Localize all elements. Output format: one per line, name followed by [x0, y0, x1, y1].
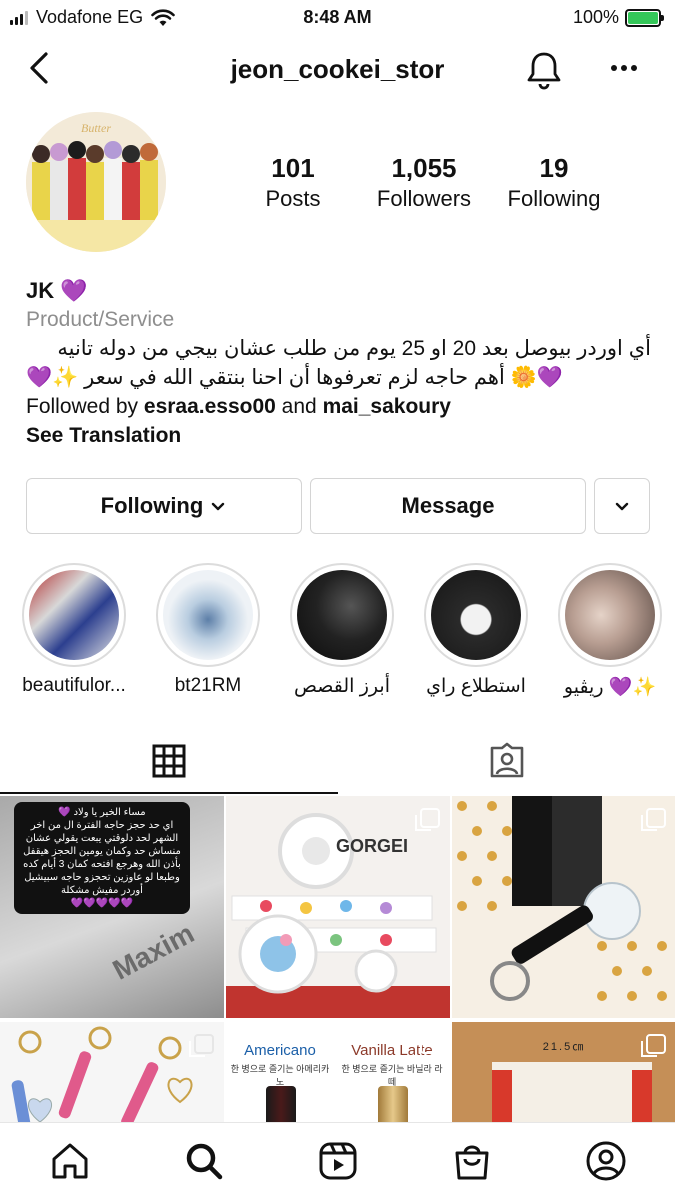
followed-by-user-1[interactable]: esraa.esso00 [144, 395, 276, 418]
post-product-name: Americano [244, 1042, 316, 1059]
followed-by-user-2[interactable]: mai_sakoury [323, 395, 451, 418]
post-thumbnail[interactable] [0, 1022, 224, 1122]
battery-icon [625, 8, 664, 27]
chevron-down-icon [615, 502, 629, 511]
message-button[interactable]: Message [310, 478, 586, 534]
highlight-item[interactable]: beautifulor... [22, 563, 126, 696]
post-thumbnail[interactable]: GORGEI [226, 796, 450, 1018]
see-translation-link[interactable]: See Translation [26, 421, 651, 450]
following-button[interactable]: Following [26, 478, 302, 534]
post-thumbnail[interactable] [452, 796, 675, 1018]
post-caption-text: مساء الخير يا ولاد 💜 اي حد حجز حاجه الفت… [14, 802, 190, 914]
tagged-icon[interactable] [488, 742, 526, 780]
highlight-label: ريڤيو 💜✨ [563, 677, 657, 698]
highlight-item[interactable]: استطلاع راي [424, 563, 528, 697]
multiple-posts-icon [641, 1034, 666, 1057]
following-label: Following [507, 186, 601, 211]
suggested-accounts-button[interactable] [594, 478, 650, 534]
multiple-posts-icon [641, 808, 666, 831]
post-image [0, 1022, 224, 1122]
post-grid: مساء الخير يا ولاد 💜 اي حد حجز حاجه الفت… [0, 796, 675, 1122]
svg-text:Butter: Butter [81, 121, 111, 135]
profile-icon[interactable] [584, 1139, 628, 1183]
multiple-posts-icon [189, 1034, 214, 1057]
highlight-thumbnail [565, 570, 655, 660]
highlight-thumbnail [163, 570, 253, 660]
active-tab-indicator [0, 792, 338, 794]
posts-count: 101 [271, 153, 315, 183]
bottom-navigation [0, 1122, 675, 1200]
profile-header: jeon_cookei_stor [0, 40, 675, 96]
more-options-icon[interactable] [604, 48, 644, 88]
grid-icon[interactable] [152, 744, 186, 778]
multiple-posts-icon [415, 1034, 440, 1057]
bio-line-1: أي اوردر بيوصل بعد 20 او 25 يوم من طلب ع… [57, 337, 651, 360]
status-right: 100% [572, 7, 664, 28]
post-image [452, 1022, 675, 1122]
followed-by[interactable]: Followed by esraa.esso00 and mai_sakoury [26, 392, 651, 421]
bio-line-2: 💜🌼 أهم حاجه لزم تعرفوها أن احنا بنتقي ال… [26, 366, 563, 389]
multiple-posts-icon [415, 808, 440, 831]
avatar-illustration: Butter [26, 112, 166, 252]
highlight-item[interactable]: ريڤيو 💜✨ [558, 563, 662, 698]
post-thumbnail[interactable]: مساء الخير يا ولاد 💜 اي حد حجز حاجه الفت… [0, 796, 224, 1018]
post-thumbnail[interactable]: 21.5㎝ [452, 1022, 675, 1122]
followers-count: 1,055 [391, 153, 457, 183]
highlight-thumbnail [431, 570, 521, 660]
profile-category: Product/Service [26, 308, 175, 331]
home-icon[interactable] [48, 1139, 92, 1183]
post-overlay-text: GORGEI [336, 836, 409, 856]
profile-bio: JK 💜 Product/Service أي اوردر بيوصل بعد … [26, 276, 651, 450]
highlight-thumbnail [29, 570, 119, 660]
highlight-thumbnail [297, 570, 387, 660]
posts-label: Posts [265, 186, 321, 211]
post-product-sub: 한 병으로 즐기는 아메리카노 [230, 1064, 330, 1087]
status-bar: Vodafone EG 8:48 AM 100% [0, 0, 675, 36]
battery-percent: 100% [572, 7, 619, 27]
stat-posts[interactable]: 101 Posts [230, 153, 356, 212]
reels-icon[interactable] [316, 1139, 360, 1183]
stat-followers[interactable]: 1,055 Followers [362, 153, 486, 212]
followed-by-and: and [275, 395, 323, 418]
product-bottle-image [378, 1086, 408, 1122]
profile-avatar[interactable]: Butter [26, 112, 166, 252]
chevron-down-icon [212, 502, 225, 511]
profile-name: JK 💜 [26, 278, 88, 303]
shop-icon[interactable] [450, 1139, 494, 1183]
notification-bell-icon[interactable] [522, 48, 566, 92]
message-button-label: Message [401, 493, 495, 518]
post-brand-text: Maxim [107, 917, 200, 986]
followers-label: Followers [376, 186, 472, 211]
product-bottle-image [266, 1086, 296, 1122]
highlight-item[interactable]: أبرز القصص [290, 563, 394, 697]
post-product-sub: 한 병으로 즐기는 바닐라 라떼 [341, 1064, 443, 1087]
search-icon[interactable] [182, 1139, 226, 1183]
profile-username: jeon_cookei_stor [230, 54, 445, 84]
highlight-item[interactable]: bt21RM [156, 563, 260, 696]
post-thumbnail[interactable]: Americano 한 병으로 즐기는 아메리카노 Vanilla Latte … [226, 1022, 450, 1122]
stat-following[interactable]: 19 Following [492, 153, 616, 212]
profile-tabs [0, 730, 675, 796]
followed-by-prefix: Followed by [26, 395, 144, 418]
following-count: 19 [539, 153, 569, 183]
following-button-label: Following [100, 493, 204, 518]
